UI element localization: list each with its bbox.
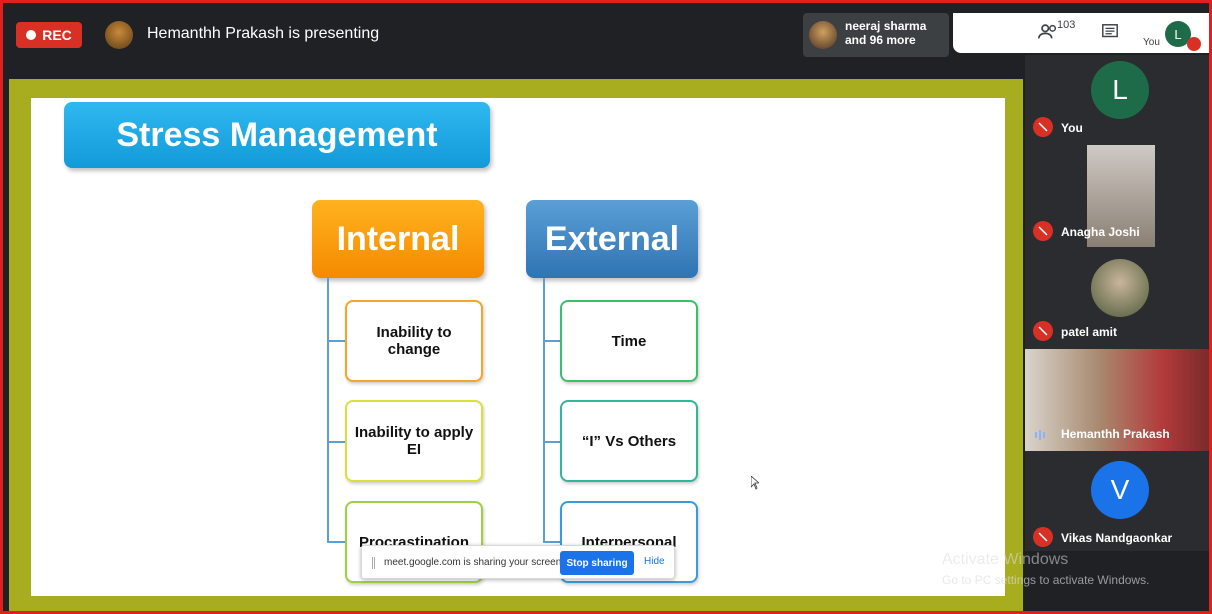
meet-window: REC Hemanthh Prakash is presenting neera… [0,0,1212,614]
viewer-avatar [809,21,837,49]
external-connector [543,278,545,543]
participant-tile-vikas[interactable]: V Vikas Nandgaonkar [1025,451,1209,551]
participant-count: 103 [1057,19,1076,31]
viewers-summary[interactable]: neeraj sharma and 96 more [803,13,949,57]
mic-off-icon [1033,117,1053,137]
slide-title-box: Stress Management [64,102,490,168]
mic-off-icon [1033,221,1053,241]
external-item: “I” Vs Others [560,400,698,482]
hide-button[interactable]: Hide [644,556,665,567]
connector [327,340,345,342]
participant-name: Hemanthh Prakash [1061,427,1170,441]
top-bar: REC Hemanthh Prakash is presenting neera… [3,3,1209,63]
connector [543,441,561,443]
participant-avatar: L [1091,61,1149,119]
viewers-text-line-2: and 96 more [845,33,916,47]
internal-category: Internal [312,200,484,278]
internal-item: Inability to change [345,300,483,382]
connector [327,541,345,543]
mouse-cursor-icon [751,476,759,490]
you-label: You [1143,37,1160,48]
connector [543,340,561,342]
chat-icon[interactable] [1101,23,1119,41]
participant-tile-patel[interactable]: patel amit [1025,247,1209,349]
slide-title: Stress Management [116,115,438,154]
presenting-text: Hemanthh Prakash is presenting [147,25,380,42]
participant-name: Anagha Joshi [1061,225,1140,239]
shared-screen: Stress Management Internal External Inab… [9,79,1023,611]
external-item: Time [560,300,698,382]
self-mic-off-icon [1187,37,1201,51]
external-category: External [526,200,698,278]
participant-name: You [1061,121,1083,135]
activate-windows-title: Activate Windows [942,551,1069,568]
participant-tile-hemanthh[interactable]: Hemanthh Prakash [1025,349,1209,451]
mic-off-icon [1033,321,1053,341]
rec-label: REC [42,27,72,43]
drag-handle-icon[interactable] [372,557,375,569]
recording-badge: REC [16,22,82,48]
internal-item: Inability to apply EI [345,400,483,482]
participant-tile-anagha[interactable]: Anagha Joshi [1025,145,1209,247]
record-dot-icon [26,30,37,40]
participant-avatar: V [1091,461,1149,519]
participant-tile-you[interactable]: L You [1025,55,1209,145]
activate-windows-subtitle: Go to PC settings to activate Windows. [942,573,1150,587]
connector [543,541,561,543]
presentation-slide: Stress Management Internal External Inab… [31,98,1005,596]
participant-name: Vikas Nandgaonkar [1061,531,1173,545]
viewers-text: neeraj sharma and 96 more [845,19,926,47]
share-message: meet.google.com is sharing your screen. [384,557,565,568]
speaking-indicator-icon [1035,429,1049,441]
internal-connector [327,278,329,543]
participant-name: patel amit [1061,325,1118,339]
screen-share-bar: meet.google.com is sharing your screen. … [361,545,675,579]
connector [327,441,345,443]
presenter-avatar [105,21,133,49]
top-controls: 103 You L [953,13,1209,53]
viewers-text-line-1: neeraj sharma [845,19,927,33]
mic-off-icon [1033,527,1053,547]
people-icon[interactable] [1037,21,1059,43]
stop-sharing-button[interactable]: Stop sharing [560,551,634,575]
participant-avatar [1091,259,1149,317]
